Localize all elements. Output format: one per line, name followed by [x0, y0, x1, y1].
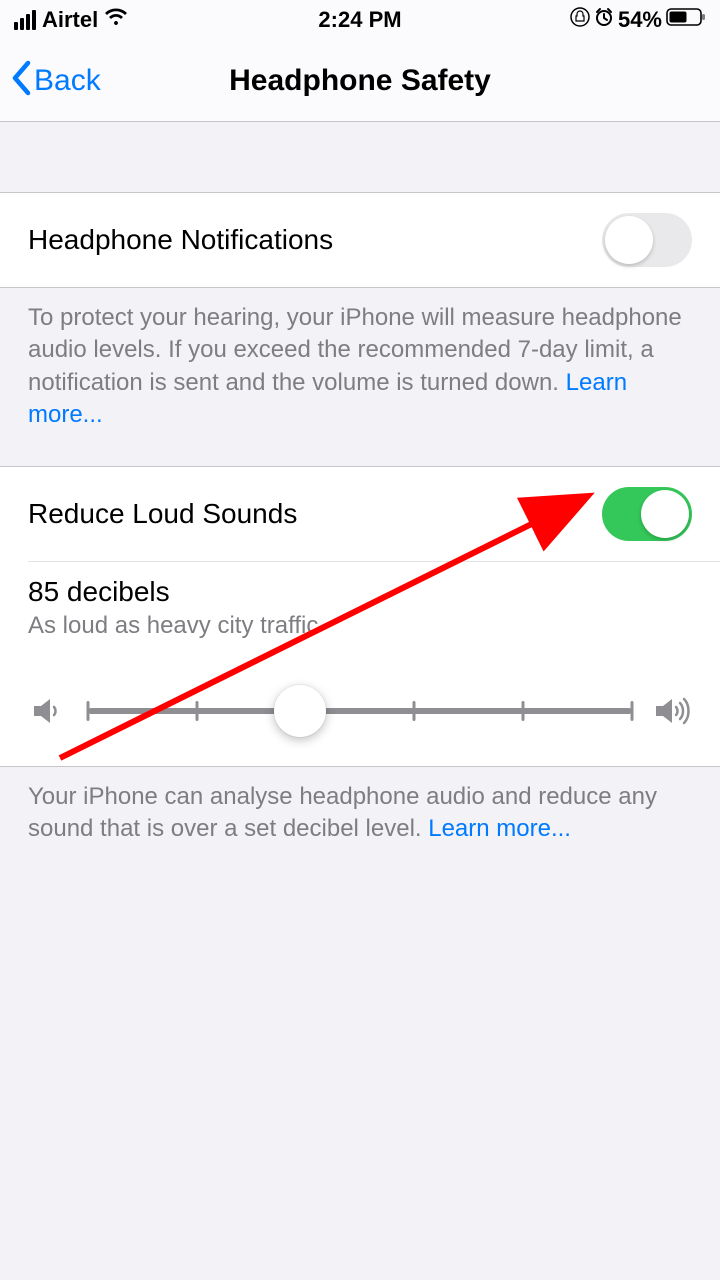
reduce-loud-sounds-label: Reduce Loud Sounds [28, 498, 297, 530]
orientation-lock-icon [570, 7, 590, 33]
status-left: Airtel [14, 7, 128, 33]
headphone-notifications-footer: To protect your hearing, your iPhone wil… [0, 288, 720, 466]
reduce-loud-sounds-switch[interactable] [602, 487, 692, 541]
reduce-loud-sounds-group: Reduce Loud Sounds 85 decibels As loud a… [0, 466, 720, 767]
decibel-slider-row [0, 640, 720, 766]
volume-high-icon [652, 691, 692, 731]
back-button[interactable]: Back [10, 60, 101, 102]
carrier-label: Airtel [42, 7, 98, 33]
page-title: Headphone Safety [229, 64, 491, 98]
alarm-icon [594, 7, 614, 33]
status-bar: Airtel 2:24 PM 54% [0, 0, 720, 40]
decibel-readout: 85 decibels As loud as heavy city traffi… [0, 562, 720, 640]
slider-thumb[interactable] [274, 685, 326, 737]
reduce-loud-sounds-learn-more-link[interactable]: Learn more... [428, 815, 571, 842]
wifi-icon [104, 7, 128, 33]
decibel-value: 85 decibels [28, 576, 692, 608]
battery-percent: 54% [618, 7, 662, 33]
headphone-notifications-group: Headphone Notifications [0, 192, 720, 288]
chevron-left-icon [10, 60, 32, 102]
status-time: 2:24 PM [318, 7, 401, 33]
battery-icon [666, 7, 706, 33]
cellular-signal-icon [14, 10, 36, 30]
back-label: Back [34, 64, 101, 98]
volume-low-icon [28, 691, 68, 731]
nav-bar: Back Headphone Safety [0, 40, 720, 122]
decibel-slider[interactable] [88, 686, 632, 736]
reduce-loud-sounds-row[interactable]: Reduce Loud Sounds [0, 467, 720, 561]
decibel-caption: As loud as heavy city traffic [28, 612, 692, 640]
status-right: 54% [570, 7, 706, 33]
reduce-loud-sounds-footer: Your iPhone can analyse headphone audio … [0, 767, 720, 880]
headphone-notifications-row[interactable]: Headphone Notifications [0, 193, 720, 287]
headphone-notifications-label: Headphone Notifications [28, 224, 333, 256]
headphone-notifications-switch[interactable] [602, 213, 692, 267]
